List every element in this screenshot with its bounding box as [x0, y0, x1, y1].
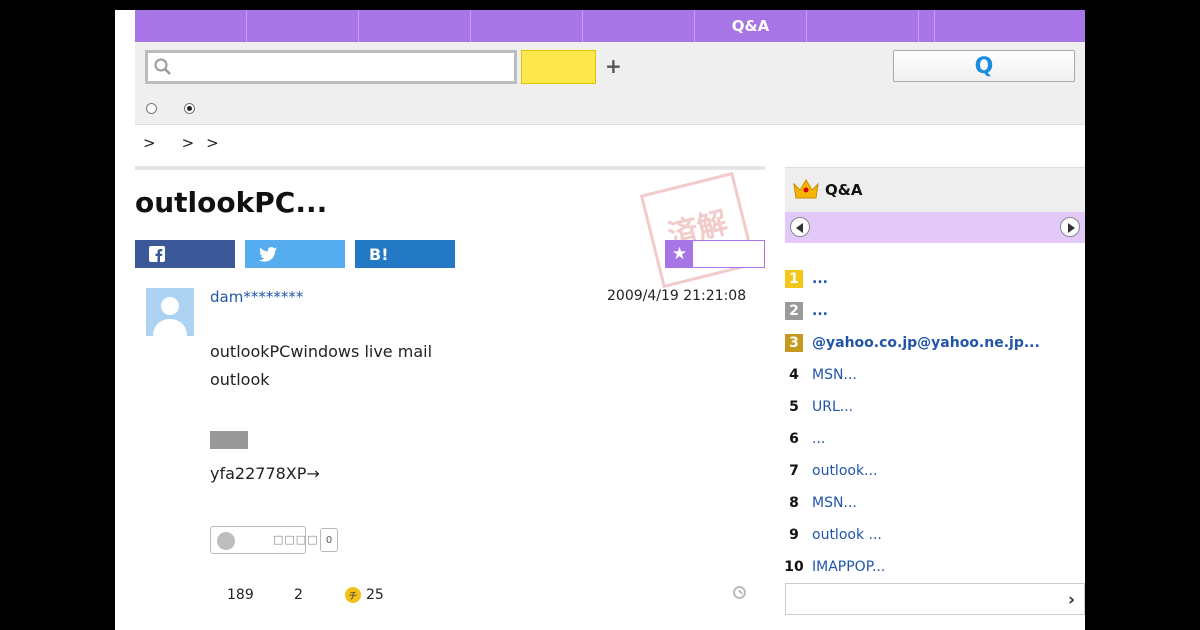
search-options-plus[interactable]: + — [605, 54, 622, 78]
ranking-number: 7 — [789, 463, 799, 479]
ranking-link[interactable]: MSN... — [812, 367, 857, 383]
ranking-number: 5 — [789, 399, 799, 415]
nav-tab-9[interactable] — [935, 10, 1085, 42]
top-nav: Q&A — [135, 10, 1085, 42]
nav-tab-1[interactable] — [135, 10, 247, 42]
search-scope-radio-2[interactable] — [184, 103, 195, 114]
question-body-line: outlook — [210, 370, 270, 389]
next-arrow-icon[interactable] — [1060, 217, 1080, 237]
ranking-sidebar: Q&A 1 ... 2... 3 @yahoo.co.jp@yahoo.ne.jp..… — [784, 167, 1085, 615]
ranking-header: Q&A — [785, 167, 1085, 212]
ranking-link[interactable]: @yahoo.co.jp@yahoo.ne.jp... — [812, 335, 1040, 351]
search-input[interactable] — [176, 56, 506, 80]
ranking-item[interactable]: 3 @yahoo.co.jp@yahoo.ne.jp... — [785, 334, 1085, 356]
ranking-number: 6 — [789, 431, 799, 447]
page: Q&A + Q > > > outlookPC... 済解 B! ★ dam**… — [115, 10, 1085, 630]
question-author[interactable]: dam******** — [210, 288, 303, 306]
ranking-item[interactable]: 8 MSN... — [785, 494, 1085, 516]
redacted-block — [210, 431, 248, 449]
ranking-item[interactable]: 4 MSN... — [785, 366, 1085, 388]
twitter-icon — [259, 246, 277, 262]
ranking-link[interactable]: URL... — [812, 399, 853, 415]
star-icon: ★ — [666, 241, 693, 267]
ranking-number: 1 — [785, 270, 803, 288]
reaction-label: □□□□ — [273, 533, 319, 546]
ranking-title: Q&A — [825, 181, 863, 199]
reaction-count: 0 — [320, 528, 338, 552]
coin-icon: チ — [345, 587, 361, 603]
ranking-link[interactable]: ... — [812, 431, 825, 447]
nav-tab-3[interactable] — [359, 10, 471, 42]
breadcrumb-separator: > — [181, 134, 195, 152]
ranking-more-button[interactable]: › — [785, 583, 1085, 615]
ranking-link[interactable]: outlook ... — [812, 527, 882, 543]
ranking-item[interactable]: 9 outlook ... — [785, 526, 1085, 548]
search-bar: + Q — [135, 42, 1085, 125]
ranking-link[interactable]: outlook... — [812, 463, 877, 479]
search-scope-radio-1[interactable] — [146, 103, 157, 114]
resolved-stamp: 済解 — [639, 171, 757, 289]
reaction-button[interactable]: □□□□ — [210, 526, 318, 554]
search-field[interactable] — [145, 50, 517, 84]
crown-icon — [793, 179, 819, 199]
nav-tab-5[interactable] — [583, 10, 695, 42]
ranking-item[interactable]: 5 URL... — [785, 398, 1085, 420]
question-body-line: outlookPCwindows live mail — [210, 342, 433, 361]
nav-tab-7[interactable] — [807, 10, 919, 42]
ranking-link[interactable]: IMAPPOP... — [812, 559, 885, 575]
smile-icon — [217, 532, 235, 550]
twitter-share-button[interactable] — [245, 240, 345, 268]
breadcrumb-separator: > — [143, 134, 156, 152]
report-icon[interactable] — [733, 586, 746, 599]
ranking-number: 8 — [789, 495, 799, 511]
coin-count: 25 — [366, 587, 384, 603]
ranking-number: 4 — [789, 367, 799, 383]
ranking-number: 2 — [785, 302, 803, 320]
ranking-item[interactable]: 6 ... — [785, 430, 1085, 452]
ranking-item[interactable]: 10 IMAPPOP... — [784, 558, 1085, 580]
avatar — [146, 288, 194, 336]
ranking-link[interactable]: ... — [812, 303, 828, 319]
nav-tab-qa[interactable]: Q&A — [695, 10, 807, 42]
breadcrumb: > > > — [143, 134, 245, 152]
facebook-icon — [149, 246, 165, 262]
question-title: outlookPC... — [135, 186, 328, 219]
view-count: 189 — [227, 587, 254, 603]
nav-tab-2[interactable] — [247, 10, 359, 42]
answer-count: 2 — [294, 587, 303, 603]
question-date: 2009/4/19 21:21:08 — [607, 288, 747, 304]
ranking-link[interactable]: ... — [812, 271, 828, 287]
content-divider — [135, 166, 765, 170]
nav-tab-4[interactable] — [471, 10, 583, 42]
search-icon — [154, 58, 171, 75]
ranking-item[interactable]: 1 ... — [785, 270, 1085, 292]
ranking-pager — [785, 212, 1085, 243]
breadcrumb-separator: > — [206, 134, 219, 152]
qa-search-button[interactable]: Q — [893, 50, 1075, 82]
search-button[interactable] — [521, 50, 596, 84]
ranking-number: 9 — [789, 527, 799, 543]
question-body-line: yfa22778XP→ — [210, 464, 320, 483]
chevron-right-icon: › — [1067, 590, 1075, 610]
ranking-item[interactable]: 2... — [785, 302, 1085, 324]
ranking-item[interactable]: 7 outlook... — [785, 462, 1085, 484]
ranking-number: 10 — [784, 559, 804, 575]
ranking-number: 3 — [785, 334, 803, 352]
nav-tab-8[interactable] — [919, 10, 935, 42]
prev-arrow-icon[interactable] — [790, 217, 810, 237]
ranking-link[interactable]: MSN... — [812, 495, 857, 511]
favorite-button[interactable]: ★ — [665, 240, 765, 268]
hatena-bookmark-button[interactable]: B! — [355, 240, 455, 268]
facebook-share-button[interactable] — [135, 240, 235, 268]
